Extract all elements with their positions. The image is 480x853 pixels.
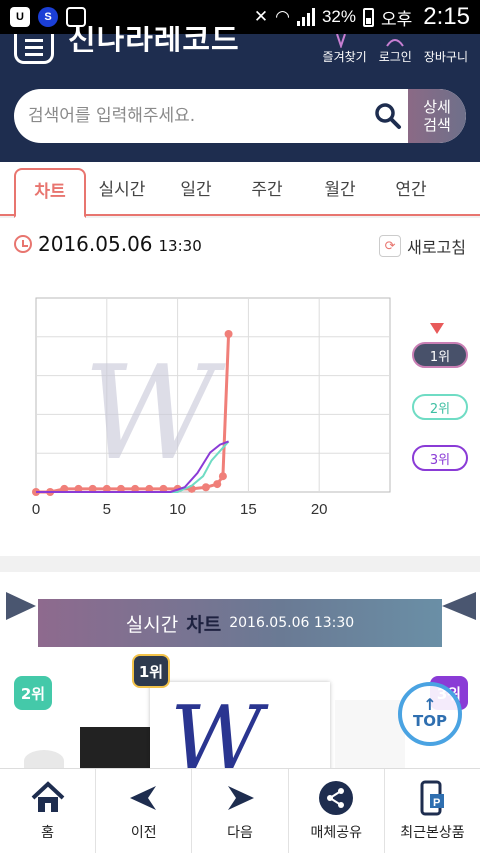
signal-icon (296, 8, 315, 26)
series-1-point (213, 480, 222, 489)
nav-next[interactable]: 다음 (192, 769, 289, 853)
site-header: 신나라레코드 즐겨찾기 로그인 장바구니 상세 검색 (0, 26, 480, 162)
nav-next-label: 다음 (227, 825, 253, 841)
album-card-rank1[interactable]: W (150, 682, 330, 768)
battery-text: 32% (321, 7, 356, 26)
nav-home[interactable]: 홈 (0, 769, 97, 853)
star-icon (335, 34, 346, 48)
nav-home-label: 홈 (41, 825, 55, 841)
prev-icon (129, 786, 156, 810)
series-1-point (224, 330, 233, 338)
notification-icons: U S (10, 7, 86, 27)
nav-recent-label: 최근본상품 (400, 825, 465, 841)
album-card-rank3[interactable] (335, 700, 405, 768)
advanced-search-label-1: 상세 (423, 98, 451, 116)
rank-trend-chart: 0 5 10 15 20 W (32, 297, 391, 518)
legend-rank-1[interactable]: 1위 (412, 342, 468, 368)
login-link[interactable]: 로그인 (379, 34, 412, 65)
header-links: 즐겨찾기 로그인 장바구니 (323, 34, 468, 65)
advanced-search-button[interactable]: 상세 검색 (408, 89, 466, 143)
realtime-datetime: 2016.05.06 13:30 (229, 615, 355, 631)
legend-rank-3[interactable]: 3위 (412, 445, 468, 471)
realtime-title-chart: 차트 (186, 613, 222, 636)
favorites-link[interactable]: 즐겨찾기 (323, 34, 367, 65)
x-tick-label: 0 (32, 501, 40, 518)
realtime-ribbon: 실시간 차트 2016.05.06 13:30 (38, 599, 442, 647)
app-s-icon: S (38, 7, 58, 27)
rank-badge-1-text: 1위 (138, 662, 164, 681)
tab-monthly[interactable]: 월간 (304, 168, 376, 216)
x-tick-label: 10 (169, 501, 186, 518)
home-icon (31, 781, 64, 812)
tab-realtime[interactable]: 실시간 (86, 168, 158, 216)
search-icon[interactable] (374, 102, 402, 130)
site-logo[interactable]: 신나라레코드 (68, 26, 240, 52)
nav-share-label: 매체공유 (310, 825, 362, 841)
x-tick-label: 20 (311, 501, 328, 518)
tab-daily[interactable]: 일간 (160, 168, 232, 216)
chart-tabs: 차트 실시간 일간 주간 월간 연간 (0, 162, 480, 218)
tab-weekly[interactable]: 주간 (231, 168, 303, 216)
cart-icon (436, 35, 456, 47)
rank-down-marker (430, 323, 444, 334)
clock-text: 2:15 (423, 3, 470, 30)
battery-icon (363, 7, 374, 27)
album-art-w: W (170, 687, 263, 769)
advanced-search-label-2: 검색 (423, 116, 451, 134)
album-card-rank2[interactable] (80, 727, 150, 768)
realtime-title: 실시간 (125, 613, 179, 636)
chart-card: 2016.05.06 13:30 ⟳ 새로고침 0 5 10 15 20 W 1위 2위 … (0, 218, 480, 556)
rank-badge-1: 1위 (132, 654, 170, 688)
search-bar: 상세 검색 (14, 89, 466, 143)
app-notification-icon: U (10, 7, 30, 27)
mute-icon: ✕ (253, 7, 269, 26)
series-1-point (218, 472, 227, 481)
arrow-up-icon: ↑ (423, 695, 437, 714)
next-icon (228, 786, 254, 810)
recent-items-icon: P (420, 780, 445, 816)
share-icon (319, 781, 354, 815)
ribbon-left-tail (6, 592, 36, 620)
cart-link[interactable]: 장바구니 (424, 34, 468, 65)
gallery-icon (66, 7, 86, 27)
login-icon (386, 39, 405, 47)
album-watermark: W (83, 337, 226, 489)
tab-chart[interactable]: 차트 (14, 168, 86, 218)
x-tick-label: 5 (103, 501, 111, 518)
favorites-label: 즐겨찾기 (322, 50, 367, 64)
svg-text:P: P (433, 797, 440, 809)
cart-label: 장바구니 (423, 50, 468, 64)
rank-badge-2-text: 2위 (20, 684, 46, 703)
legend-rank-2[interactable]: 2위 (412, 394, 468, 420)
nav-share[interactable]: 매체공유 (289, 769, 385, 853)
album-card-rank2-bg[interactable] (24, 750, 64, 768)
bottom-navigation: 홈 이전 다음 매체공유 P 최근본상품 (0, 768, 480, 853)
series-1-point (201, 483, 210, 492)
top-label: TOP (413, 712, 447, 730)
rank-badge-2: 2위 (14, 676, 52, 710)
search-input[interactable] (28, 89, 368, 143)
ribbon-right-tail (442, 592, 476, 620)
wifi-icon: ◠ (275, 7, 290, 26)
nav-recent[interactable]: P 최근본상품 (385, 769, 480, 853)
nav-prev-label: 이전 (130, 825, 157, 841)
menu-button[interactable] (14, 34, 54, 64)
tab-yearly[interactable]: 연간 (375, 168, 447, 216)
realtime-chart-section: 실시간 차트 2016.05.06 13:30 W 1위 2위 3위 ↑ TOP (0, 572, 480, 768)
scroll-top-button[interactable]: ↑ TOP (398, 682, 462, 746)
login-label: 로그인 (378, 50, 412, 64)
nav-prev[interactable]: 이전 (96, 769, 193, 853)
ampm-text: 오후 (381, 9, 413, 29)
x-tick-label: 15 (240, 501, 257, 518)
